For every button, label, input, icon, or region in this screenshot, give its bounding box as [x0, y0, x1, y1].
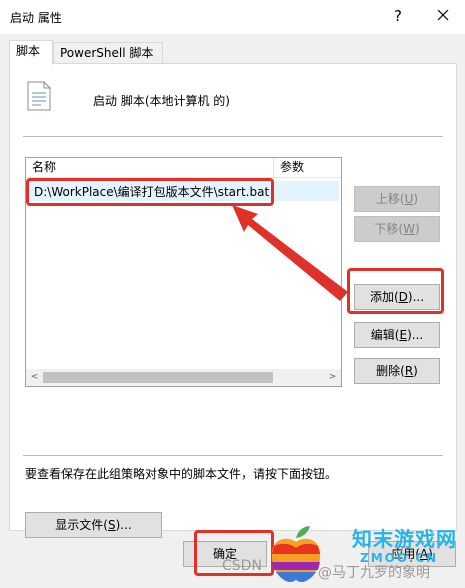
close-icon	[437, 9, 449, 21]
watermark-brand: 知末游戏网	[352, 527, 457, 551]
tab-powershell-scripts[interactable]: PowerShell 脚本	[53, 42, 163, 64]
tab-panel: 启动 脚本(本地计算机 的) 名称 参数 D:\WorkPlace\编译打包版本…	[9, 63, 457, 538]
remove-text: 删除(	[376, 364, 405, 378]
remove-key: R	[404, 364, 414, 378]
add-button[interactable]: 添加(D)...	[354, 284, 440, 310]
title-bar: 启动 属性 ?	[0, 0, 465, 34]
edit-button[interactable]: 编辑(E)...	[354, 322, 440, 348]
apple-logo-watermark	[271, 526, 321, 582]
horizontal-scrollbar[interactable]: < >	[26, 369, 341, 386]
list-item[interactable]: D:\WorkPlace\编译打包版本文件\start.bat	[28, 181, 339, 201]
tab-powershell-label: PowerShell 脚本	[60, 46, 154, 60]
scripts-list[interactable]: 名称 参数 D:\WorkPlace\编译打包版本文件\start.bat < …	[25, 157, 342, 387]
remove-button[interactable]: 删除(R)	[354, 358, 440, 384]
script-file-icon	[27, 81, 51, 111]
watermark-csdn: CSDN	[222, 558, 262, 574]
watermark-author: @马丁九罗的象明	[318, 565, 430, 581]
list-header: 名称 参数	[26, 158, 341, 178]
scrollbar-thumb[interactable]	[43, 372, 273, 383]
dialog-client: 脚本 PowerShell 脚本 启动 脚本(本地计算机 的) 名称 参数 D:…	[0, 34, 465, 588]
move-up-button[interactable]: 上移(U)	[354, 186, 440, 212]
show-files-button[interactable]: 显示文件(S)...	[25, 512, 162, 538]
column-header-params[interactable]: 参数	[274, 158, 341, 178]
edit-key: E	[399, 328, 408, 342]
tab-scripts-label: 脚本	[16, 44, 41, 58]
tab-scripts[interactable]: 脚本	[9, 40, 53, 65]
move-down-text: 下移(	[374, 222, 404, 236]
show-files-text: 显示文件(	[55, 518, 108, 532]
window-title: 启动 属性	[10, 11, 62, 25]
edit-text: 编辑(	[370, 328, 400, 342]
column-params-label: 参数	[280, 160, 305, 174]
add-text: 添加(	[369, 290, 399, 304]
separator	[23, 455, 443, 456]
column-header-name[interactable]: 名称	[26, 158, 274, 178]
remove-close: )	[413, 364, 418, 378]
scroll-right-arrow[interactable]: >	[324, 369, 341, 386]
show-files-close: )...	[115, 518, 132, 532]
script-path: D:\WorkPlace\编译打包版本文件\start.bat	[34, 185, 270, 199]
move-down-button[interactable]: 下移(W)	[354, 216, 440, 242]
move-up-close: )	[413, 192, 419, 206]
edit-close: )...	[407, 328, 424, 342]
column-name-label: 名称	[32, 160, 57, 174]
add-close: )...	[407, 290, 425, 304]
separator	[23, 136, 443, 137]
move-down-close: )	[414, 222, 420, 236]
add-key: D	[398, 290, 408, 304]
info-text: 要查看保存在此组策略对象中的脚本文件，请按下面按钮。	[25, 467, 338, 481]
show-files-key: S	[107, 518, 116, 532]
scroll-left-arrow[interactable]: <	[26, 369, 43, 386]
panel-heading: 启动 脚本(本地计算机 的)	[93, 94, 230, 108]
close-button[interactable]	[432, 4, 454, 26]
move-up-text: 上移(	[375, 192, 405, 206]
move-down-key: W	[403, 222, 415, 236]
help-button[interactable]: ?	[388, 6, 408, 26]
